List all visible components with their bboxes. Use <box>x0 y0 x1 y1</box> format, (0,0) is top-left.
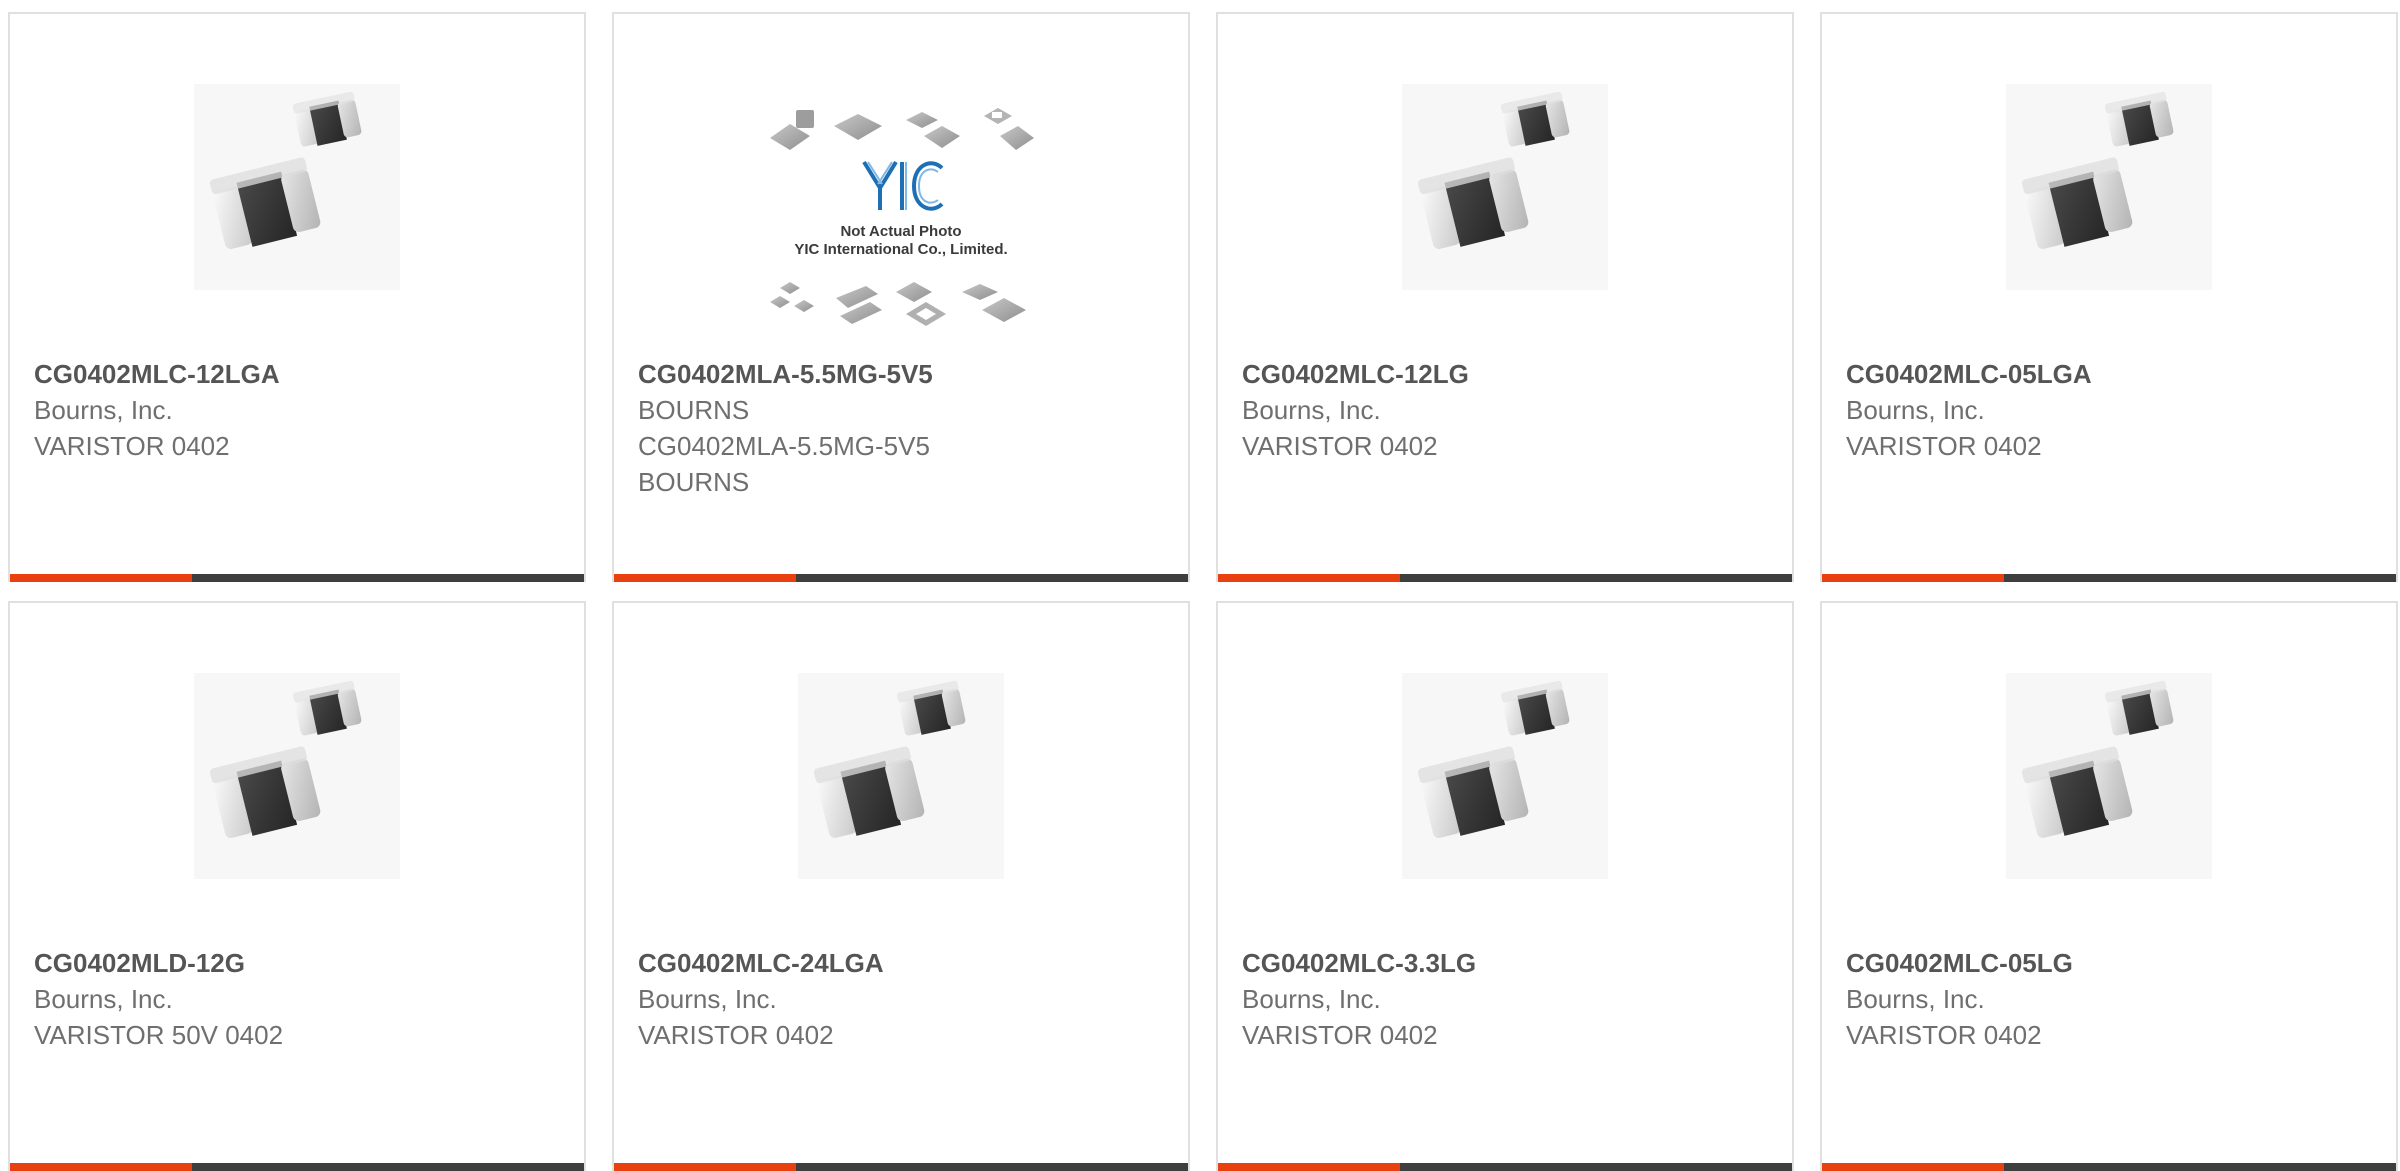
description: VARISTOR 0402 <box>1242 431 1438 461</box>
product-card[interactable]: CG0402MLC-12LGA Bourns, Inc. VARISTOR 04… <box>8 12 586 582</box>
yic-logo <box>862 160 944 211</box>
manufacturer: BOURNS <box>638 395 750 425</box>
varistor-chip-icon <box>1402 84 1608 290</box>
product-card[interactable]: CG0402MLC-05LG Bourns, Inc. VARISTOR 040… <box>1820 601 2398 1171</box>
product-card[interactable]: CG0402MLC-24LGA Bourns, Inc. VARISTOR 04… <box>612 601 1190 1171</box>
card-footer-accent <box>614 574 796 582</box>
manufacturer: Bourns, Inc. <box>1846 984 1985 1014</box>
product-image[interactable] <box>2006 673 2212 879</box>
card-footer-accent <box>614 1163 796 1171</box>
manufacturer: Bourns, Inc. <box>34 984 173 1014</box>
product-image[interactable] <box>798 673 1004 879</box>
product-card[interactable]: CG0402MLC-12LG Bourns, Inc. VARISTOR 040… <box>1216 12 1794 582</box>
card-footer-accent <box>1218 1163 1400 1171</box>
part-number[interactable]: CG0402MLC-12LGA <box>34 356 564 392</box>
description: VARISTOR 50V 0402 <box>34 1020 284 1050</box>
card-footer-accent <box>1822 1163 2004 1171</box>
product-image[interactable] <box>1402 84 1608 290</box>
image-caption: Not Actual Photo <box>840 223 961 240</box>
product-card[interactable]: Not Actual Photo YIC International Co., … <box>612 12 1190 582</box>
card-footer-accent <box>10 1163 192 1171</box>
varistor-chip-icon <box>1402 673 1608 879</box>
description: VARISTOR 0402 <box>1846 431 2042 461</box>
description: VARISTOR 0402 <box>1242 1020 1438 1050</box>
product-card[interactable]: CG0402MLC-3.3LG Bourns, Inc. VARISTOR 04… <box>1216 601 1794 1171</box>
part-number[interactable]: CG0402MLC-05LGA <box>1846 356 2376 392</box>
manufacturer: Bourns, Inc. <box>1242 984 1381 1014</box>
varistor-chip-icon <box>2006 84 2212 290</box>
product-info: CG0402MLC-05LG Bourns, Inc. VARISTOR 040… <box>1846 945 2376 1053</box>
product-card[interactable]: CG0402MLC-05LGA Bourns, Inc. VARISTOR 04… <box>1820 12 2398 582</box>
product-info: CG0402MLC-24LGA Bourns, Inc. VARISTOR 04… <box>638 945 1168 1053</box>
manufacturer: Bourns, Inc. <box>1242 395 1381 425</box>
product-info: CG0402MLD-12G Bourns, Inc. VARISTOR 50V … <box>34 945 564 1053</box>
manufacturer: Bourns, Inc. <box>638 984 777 1014</box>
image-caption: YIC International Co., Limited. <box>794 241 1007 258</box>
manufacturer: Bourns, Inc. <box>1846 395 1985 425</box>
description: VARISTOR 0402 <box>1846 1020 2042 1050</box>
product-info: CG0402MLC-05LGA Bourns, Inc. VARISTOR 04… <box>1846 356 2376 464</box>
yic-placeholder-icon: Not Actual Photo YIC International Co., … <box>770 108 1034 326</box>
varistor-chip-icon <box>798 673 1004 879</box>
card-footer-accent <box>1218 574 1400 582</box>
card-footer-accent <box>1822 574 2004 582</box>
product-info: CG0402MLC-12LGA Bourns, Inc. VARISTOR 04… <box>34 356 564 464</box>
product-grid: CG0402MLC-12LGA Bourns, Inc. VARISTOR 04… <box>8 12 2400 1171</box>
part-number[interactable]: CG0402MLD-12G <box>34 945 564 981</box>
part-number[interactable]: CG0402MLC-05LG <box>1846 945 2376 981</box>
product-info: CG0402MLC-3.3LG Bourns, Inc. VARISTOR 04… <box>1242 945 1772 1053</box>
product-image[interactable] <box>194 673 400 879</box>
description: BOURNS <box>638 467 750 497</box>
product-card[interactable]: CG0402MLD-12G Bourns, Inc. VARISTOR 50V … <box>8 601 586 1171</box>
product-info: CG0402MLA-5.5MG-5V5 BOURNS CG0402MLA-5.5… <box>638 356 1168 500</box>
description: CG0402MLA-5.5MG-5V5 <box>638 431 930 461</box>
description: VARISTOR 0402 <box>34 431 230 461</box>
product-image[interactable] <box>1402 673 1608 879</box>
varistor-chip-icon <box>194 84 400 290</box>
product-image[interactable] <box>2006 84 2212 290</box>
part-number[interactable]: CG0402MLC-12LG <box>1242 356 1772 392</box>
product-info: CG0402MLC-12LG Bourns, Inc. VARISTOR 040… <box>1242 356 1772 464</box>
description: VARISTOR 0402 <box>638 1020 834 1050</box>
manufacturer: Bourns, Inc. <box>34 395 173 425</box>
part-number[interactable]: CG0402MLC-24LGA <box>638 945 1168 981</box>
part-number[interactable]: CG0402MLA-5.5MG-5V5 <box>638 356 1168 392</box>
product-image[interactable]: Not Actual Photo YIC International Co., … <box>766 102 1036 334</box>
varistor-chip-icon <box>194 673 400 879</box>
part-number[interactable]: CG0402MLC-3.3LG <box>1242 945 1772 981</box>
varistor-chip-icon <box>2006 673 2212 879</box>
card-footer-accent <box>10 574 192 582</box>
product-image[interactable] <box>194 84 400 290</box>
